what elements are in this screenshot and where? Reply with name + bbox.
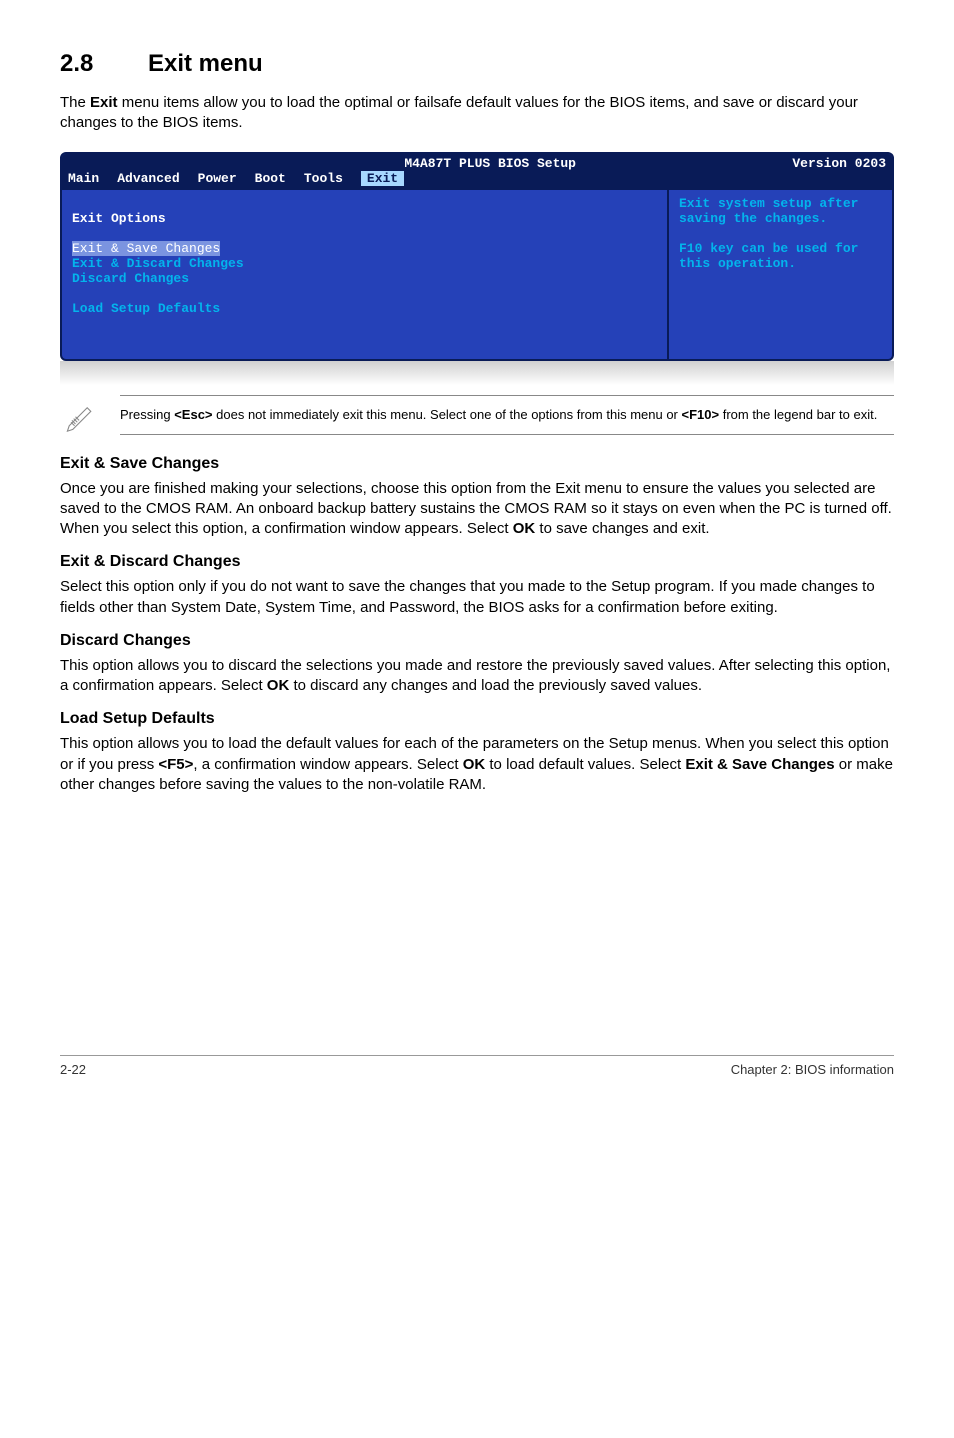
section-number: 2.8	[60, 50, 148, 78]
para-load-defaults: This option allows you to load the defau…	[60, 734, 894, 795]
bios-left-pane: Exit Options Exit & Save Changes Exit & …	[62, 190, 667, 359]
bios-options-header: Exit Options	[72, 211, 166, 226]
txt: Once you are finished making your select…	[60, 480, 892, 538]
bios-tab-power[interactable]: Power	[198, 171, 255, 186]
para-discard: This option allows you to discard the se…	[60, 656, 894, 697]
page-footer: 2-22 Chapter 2: BIOS information	[60, 1055, 894, 1077]
txt: to discard any changes and load the prev…	[289, 677, 702, 694]
txt-ok: OK	[463, 756, 486, 773]
bios-menu-bar: Main Advanced Power Boot Tools Exit	[68, 171, 886, 186]
txt: to load default values. Select	[485, 756, 685, 773]
bios-tab-tools[interactable]: Tools	[304, 171, 361, 186]
bios-header: M4A87T PLUS BIOS Setup Version 0203 Main…	[62, 154, 892, 190]
bios-tab-exit[interactable]: Exit	[361, 171, 404, 186]
txt: to save changes and exit.	[535, 520, 709, 537]
intro-bold: Exit	[90, 94, 118, 111]
txt-bold: OK	[267, 677, 290, 694]
section-name: Exit menu	[148, 50, 263, 77]
intro-text-2: menu items allow you to load the optimal…	[60, 94, 858, 131]
footer-page: 2-22	[60, 1062, 86, 1077]
bios-exit-save[interactable]: Exit & Save Changes	[72, 241, 220, 256]
note-part-2: does not immediately exit this menu. Sel…	[213, 407, 682, 422]
bios-version: Version 0203	[792, 156, 886, 171]
bios-shadow	[60, 361, 894, 385]
note-part-3: from the legend bar to exit.	[719, 407, 877, 422]
subhead-exit-save: Exit & Save Changes	[60, 455, 894, 473]
para-exit-discard: Select this option only if you do not wa…	[60, 577, 894, 618]
note-part: Pressing	[120, 407, 174, 422]
txt-esc: Exit & Save Changes	[685, 756, 834, 773]
subhead-load-defaults: Load Setup Defaults	[60, 710, 894, 728]
bios-tab-boot[interactable]: Boot	[255, 171, 304, 186]
bios-help-pane: Exit system setup after saving the chang…	[667, 190, 892, 359]
pencil-note-icon	[60, 395, 100, 435]
intro-paragraph: The Exit menu items allow you to load th…	[60, 93, 894, 134]
bios-tab-advanced[interactable]: Advanced	[117, 171, 197, 186]
txt-f5: <F5>	[158, 756, 193, 773]
bios-tab-main[interactable]: Main	[68, 171, 117, 186]
txt-bold: OK	[513, 520, 536, 537]
para-exit-save: Once you are finished making your select…	[60, 479, 894, 540]
bios-screenshot: M4A87T PLUS BIOS Setup Version 0203 Main…	[60, 152, 894, 361]
section-title: 2.8Exit menu	[60, 50, 894, 78]
bios-title: M4A87T PLUS BIOS Setup	[188, 156, 792, 171]
bios-exit-discard[interactable]: Exit & Discard Changes	[72, 256, 244, 271]
bios-load-defaults[interactable]: Load Setup Defaults	[72, 301, 220, 316]
note-block: Pressing <Esc> does not immediately exit…	[60, 395, 894, 435]
note-esc-key: <Esc>	[174, 407, 212, 422]
note-text: Pressing <Esc> does not immediately exit…	[120, 395, 894, 435]
bios-discard[interactable]: Discard Changes	[72, 271, 189, 286]
txt: , a confirmation window appears. Select	[193, 756, 462, 773]
subhead-discard: Discard Changes	[60, 632, 894, 650]
note-f10-key: <F10>	[682, 407, 720, 422]
footer-chapter: Chapter 2: BIOS information	[731, 1062, 894, 1077]
subhead-exit-discard: Exit & Discard Changes	[60, 553, 894, 571]
intro-text: The	[60, 94, 90, 111]
